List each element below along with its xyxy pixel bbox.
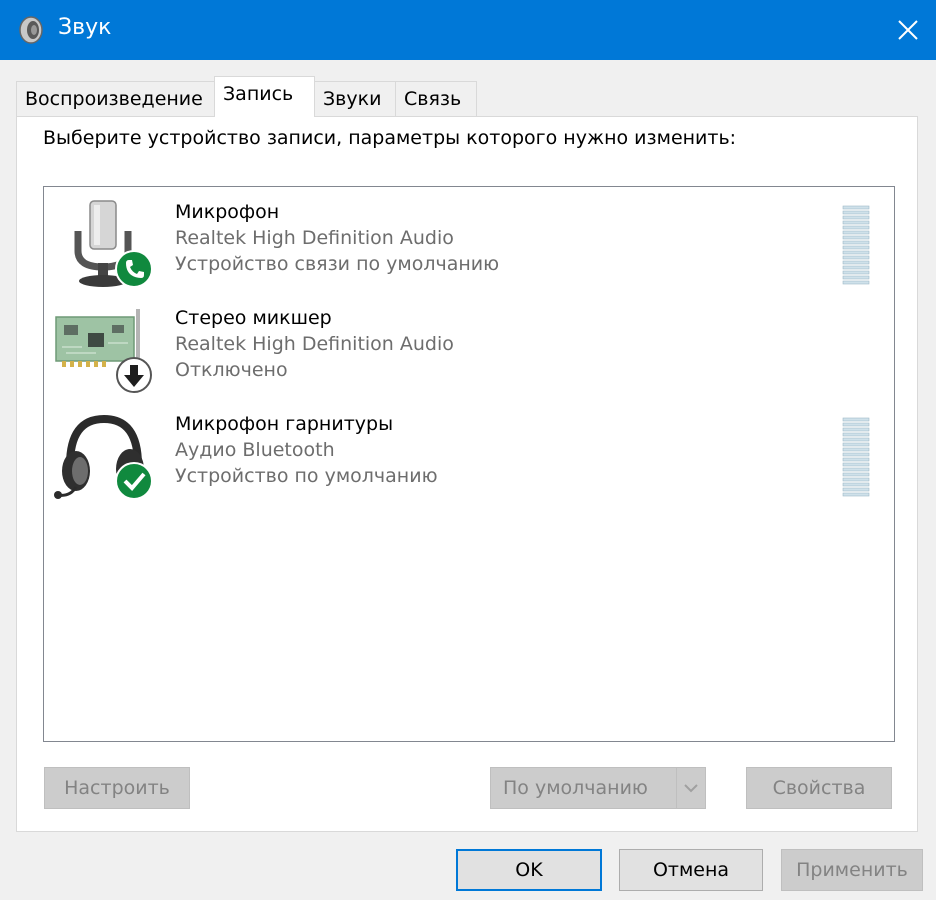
tab-playback[interactable]: Воспроизведение bbox=[16, 81, 215, 116]
close-icon bbox=[898, 20, 918, 40]
device-driver: Realtek High Definition Audio bbox=[175, 333, 454, 355]
set-default-label: По умолчанию bbox=[503, 777, 648, 799]
sound-card-icon bbox=[55, 309, 152, 393]
tab-communications-label: Связь bbox=[404, 88, 462, 110]
tab-communications[interactable]: Связь bbox=[395, 81, 477, 116]
dropdown-arrow[interactable] bbox=[676, 768, 705, 808]
tab-playback-label: Воспроизведение bbox=[25, 88, 203, 110]
configure-button[interactable]: Настроить bbox=[44, 767, 190, 809]
device-item[interactable]: Микрофон Realtek High Definition Audio У… bbox=[44, 189, 894, 295]
speaker-icon bbox=[19, 16, 43, 44]
tab-panel: Выберите устройство записи, параметры ко… bbox=[16, 116, 918, 832]
window-title: Звук bbox=[58, 15, 112, 40]
instruction-text: Выберите устройство записи, параметры ко… bbox=[43, 127, 737, 149]
device-driver: Аудио Bluetooth bbox=[175, 439, 335, 461]
cancel-button[interactable]: Отмена bbox=[619, 849, 763, 891]
tab-recording-label: Запись bbox=[223, 83, 294, 105]
device-item[interactable]: Микрофон гарнитуры Аудио Bluetooth Устро… bbox=[44, 401, 894, 507]
device-name: Стерео микшер bbox=[175, 307, 332, 329]
microphone-icon bbox=[74, 200, 153, 288]
chevron-down-icon bbox=[684, 784, 698, 793]
device-item[interactable]: Стерео микшер Realtek High Definition Au… bbox=[44, 295, 894, 401]
tab-sounds-label: Звуки bbox=[323, 88, 382, 110]
tab-sounds[interactable]: Звуки bbox=[314, 81, 396, 116]
ok-button[interactable]: OK bbox=[456, 849, 602, 891]
device-name: Микрофон гарнитуры bbox=[175, 413, 394, 435]
apply-button[interactable]: Применить bbox=[781, 849, 923, 891]
device-list[interactable]: Микрофон Realtek High Definition Audio У… bbox=[43, 186, 895, 742]
set-default-button[interactable]: По умолчанию bbox=[490, 767, 706, 809]
properties-button[interactable]: Свойства bbox=[746, 767, 892, 809]
close-button[interactable] bbox=[880, 0, 936, 60]
device-status: Отключено bbox=[175, 359, 288, 381]
headset-icon bbox=[54, 414, 153, 500]
title-bar: Звук bbox=[0, 0, 936, 60]
device-status: Устройство по умолчанию bbox=[175, 465, 438, 487]
device-driver: Realtek High Definition Audio bbox=[175, 227, 454, 249]
device-name: Микрофон bbox=[175, 201, 280, 223]
tab-recording[interactable]: Запись bbox=[214, 76, 315, 117]
level-meter bbox=[842, 417, 870, 497]
device-status: Устройство связи по умолчанию bbox=[175, 253, 500, 275]
level-meter bbox=[842, 205, 870, 285]
